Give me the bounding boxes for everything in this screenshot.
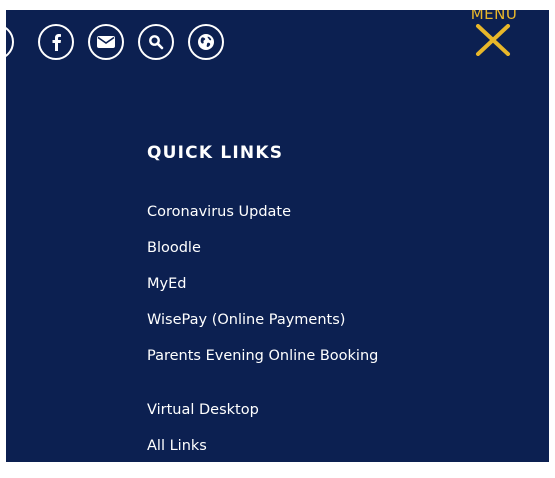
quick-links-list: Coronavirus Update Bloodle MyEd WisePay … xyxy=(147,201,447,462)
link-myed[interactable]: MyEd xyxy=(147,276,186,293)
list-item: MyEd xyxy=(147,273,447,309)
list-item: Virtual Desktop xyxy=(147,399,447,435)
menu-label: MENU xyxy=(470,10,518,23)
link-parents-evening-booking[interactable]: Parents Evening Online Booking xyxy=(147,348,397,365)
link-wisepay[interactable]: WisePay (Online Payments) xyxy=(147,312,345,329)
link-all-links[interactable]: All Links xyxy=(147,438,207,455)
facebook-icon[interactable] xyxy=(38,24,74,60)
link-bloodle[interactable]: Bloodle xyxy=(147,240,201,257)
email-icon[interactable] xyxy=(88,24,124,60)
list-item: Bloodle xyxy=(147,237,447,273)
list-item: Coronavirus Update xyxy=(147,201,447,237)
navigation-panel: MENU QUICK LINKS Coronavirus Update Bloo… xyxy=(6,10,549,462)
list-item: Parents Evening Online Booking xyxy=(147,345,447,399)
link-coronavirus-update[interactable]: Coronavirus Update xyxy=(147,204,291,221)
list-item: All Links xyxy=(147,435,447,462)
menu-toggle-button[interactable]: MENU xyxy=(466,10,522,66)
link-virtual-desktop[interactable]: Virtual Desktop xyxy=(147,402,259,419)
close-icon xyxy=(476,24,510,56)
globe-icon[interactable] xyxy=(188,24,224,60)
twitter-icon[interactable] xyxy=(6,24,14,60)
list-item: WisePay (Online Payments) xyxy=(147,309,447,345)
quick-links-heading: QUICK LINKS xyxy=(147,143,284,163)
search-icon[interactable] xyxy=(138,24,174,60)
